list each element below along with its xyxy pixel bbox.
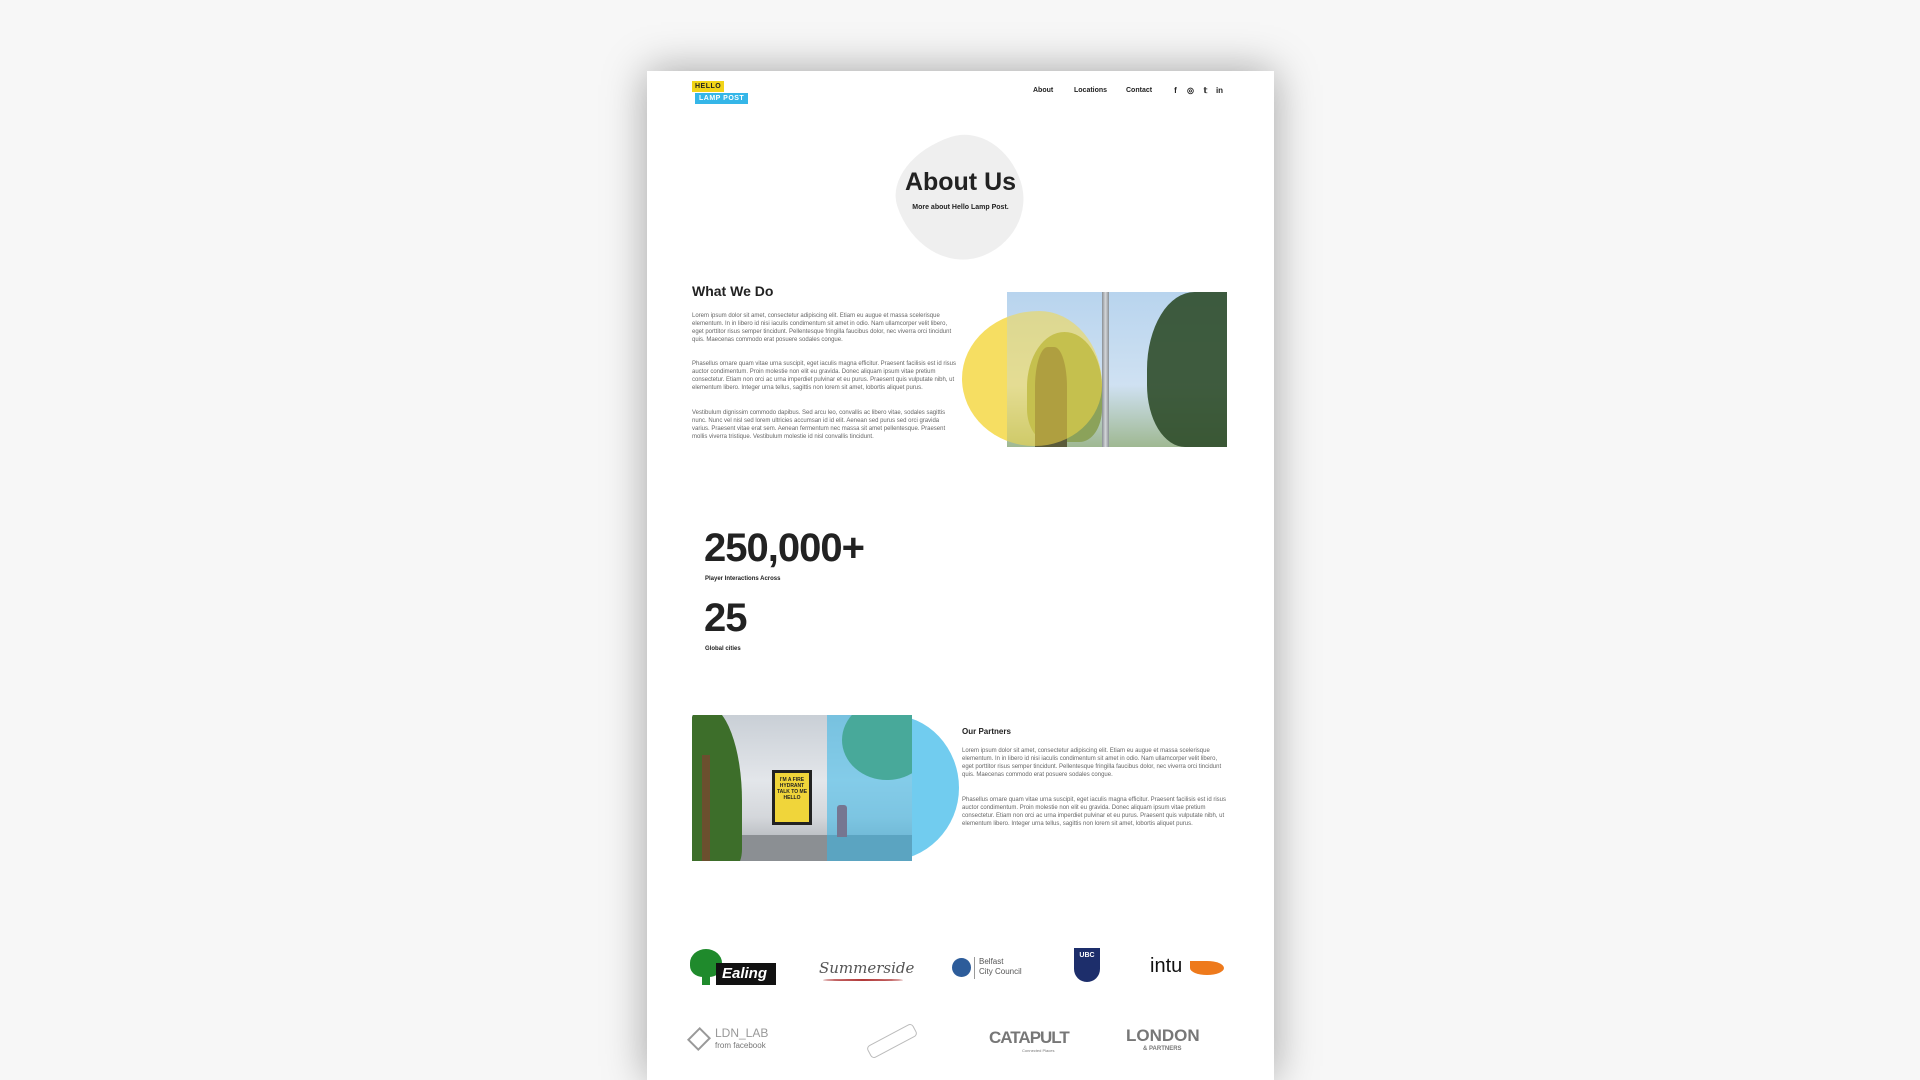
our-partners-heading: Our Partners (962, 727, 1011, 736)
summerside-logo[interactable]: Summerside (819, 951, 914, 987)
catapult-logo[interactable]: CATAPULT Connected Places (989, 1026, 1070, 1056)
logo-hello: HELLO (692, 81, 725, 92)
intu-logo[interactable]: intu (1150, 953, 1230, 981)
ldn-lab-logo-line2: from facebook (715, 1041, 766, 1050)
playable-city-logo[interactable] (865, 1022, 921, 1060)
ealing-logo-text: Ealing (722, 965, 768, 982)
what-we-do-paragraph-2: Phasellus ornare quam vitae urna suscipi… (692, 361, 957, 391)
belfast-logo-line1: Belfast (979, 957, 1004, 966)
ldn-lab-logo[interactable]: LDN_LAB from facebook (686, 1026, 781, 1056)
nav-about[interactable]: About (1033, 87, 1053, 94)
catapult-logo-text: CATAPULT (989, 1028, 1070, 1047)
belfast-city-council-logo[interactable]: Belfast City Council (952, 955, 1037, 985)
partners-paragraph-2: Phasellus ornare quam vitae urna suscipi… (962, 797, 1227, 827)
london-partners-logo[interactable]: LONDON & PARTNERS (1126, 1026, 1206, 1056)
facebook-icon[interactable]: f (1171, 86, 1180, 95)
what-we-do-heading: What We Do (692, 283, 774, 299)
linkedin-icon[interactable]: in (1215, 86, 1224, 95)
stat-cities-value: 25 (704, 596, 747, 640)
hero-blob-shape (882, 120, 1039, 277)
twitter-icon[interactable]: 𝕥 (1201, 86, 1210, 95)
what-we-do-paragraph-1: Lorem ipsum dolor sit amet, consectetur … (692, 313, 952, 343)
london-logo-line1: LONDON (1126, 1026, 1200, 1045)
belfast-logo-line2: City Council (979, 967, 1022, 976)
page: HELLO LAMP POST About Locations Contact … (647, 71, 1274, 1080)
ldn-lab-logo-line1: LDN_LAB (715, 1026, 769, 1040)
nav-locations[interactable]: Locations (1074, 87, 1107, 94)
london-logo-line2: & PARTNERS (1143, 1046, 1182, 1052)
what-we-do-paragraph-3: Vestibulum dignissim commodo dapibus. Se… (692, 410, 946, 440)
partners-paragraph-1: Lorem ipsum dolor sit amet, consectetur … (962, 748, 1222, 778)
page-title: About Us (904, 168, 1017, 196)
instagram-icon[interactable]: ◎ (1186, 86, 1195, 95)
stat-interactions-label: Player Interactions Across (705, 576, 781, 582)
catapult-logo-sub: Connected Places (1022, 1048, 1055, 1053)
logo-lamp-post: LAMP POST (695, 93, 749, 104)
intu-logo-text: intu (1150, 955, 1183, 977)
ealing-logo[interactable]: Ealing (690, 949, 778, 987)
page-subtitle: More about Hello Lamp Post. (912, 204, 1009, 211)
blue-tint-overlay (827, 715, 912, 861)
stat-interactions-value: 250,000+ (704, 526, 865, 570)
ubc-logo[interactable]: UBC (1074, 948, 1100, 982)
ubc-logo-text: UBC (1079, 952, 1095, 959)
sign-text: I'M A FIRE HYDRANT TALK TO ME HELLO (776, 777, 808, 801)
stat-cities-label: Global cities (705, 646, 741, 652)
summerside-logo-text: Summerside (819, 959, 915, 977)
hello-lamp-post-logo[interactable]: HELLO LAMP POST (692, 81, 752, 107)
lamp-post-photo (1007, 292, 1227, 447)
nav-contact[interactable]: Contact (1126, 87, 1152, 94)
